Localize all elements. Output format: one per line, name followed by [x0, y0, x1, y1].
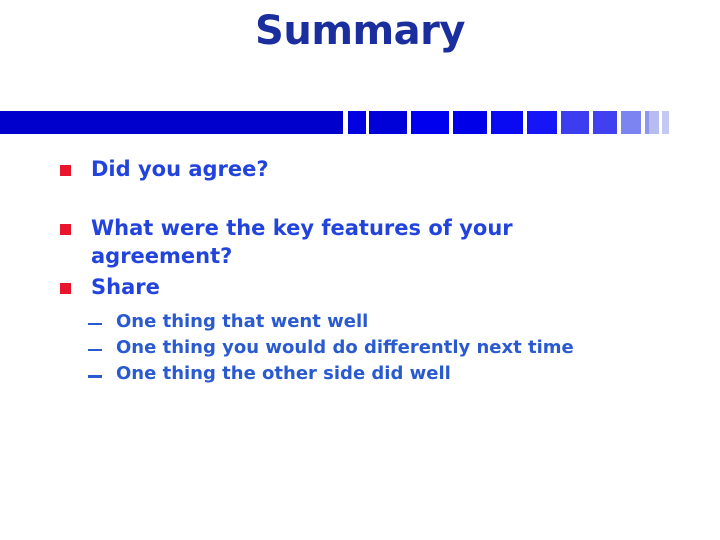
decorative-gradient-bar: [0, 111, 720, 134]
bullet-label: Did you agree?: [91, 157, 269, 181]
sub-bullet-item: One thing that went well: [88, 310, 690, 334]
sub-bullet-item: One thing the other side did well: [88, 362, 690, 386]
bullet-label: What were the key features of your agree…: [91, 215, 513, 268]
decorative-bar-segment: [649, 111, 659, 134]
presentation-slide: Summary Did you agree? What were the key…: [0, 0, 720, 540]
decorative-bar-segment: [621, 111, 641, 134]
decorative-bar-segment: [0, 111, 343, 134]
slide-title: Summary: [255, 8, 465, 54]
bullet-item: What were the key features of your agree…: [0, 215, 720, 271]
square-bullet-icon: [60, 223, 71, 235]
decorative-bar-segment: [411, 111, 449, 134]
bullet-label: Share: [91, 274, 160, 299]
dash-bullet-icon: [88, 322, 102, 326]
sub-bullet-list: One thing that went well One thing you w…: [0, 310, 720, 387]
sub-bullet-item: One thing you would do differently next …: [88, 336, 690, 360]
decorative-bar-segment: [662, 111, 669, 134]
slide-body: Did you agree? What were the key feature…: [0, 156, 720, 389]
square-bullet-icon: [60, 165, 71, 176]
square-bullet-icon: [60, 282, 71, 294]
decorative-bar-segment: [593, 111, 617, 134]
decorative-bar-segment: [561, 111, 589, 134]
decorative-bar-segment: [527, 111, 557, 134]
bullet-item: Share: [0, 274, 720, 302]
bullet-item: Did you agree?: [0, 156, 720, 184]
decorative-bar-segment: [348, 111, 366, 134]
decorative-bar-segment: [369, 111, 407, 134]
decorative-bar-segment: [453, 111, 487, 134]
decorative-bar-segment: [491, 111, 523, 134]
sub-bullet-label: One thing the other side did well: [116, 363, 451, 385]
dash-bullet-icon: [88, 348, 102, 352]
dash-bullet-icon: [88, 375, 102, 378]
sub-bullet-label: One thing you would do differently next …: [116, 336, 574, 358]
sub-bullet-label: One thing that went well: [116, 310, 369, 332]
